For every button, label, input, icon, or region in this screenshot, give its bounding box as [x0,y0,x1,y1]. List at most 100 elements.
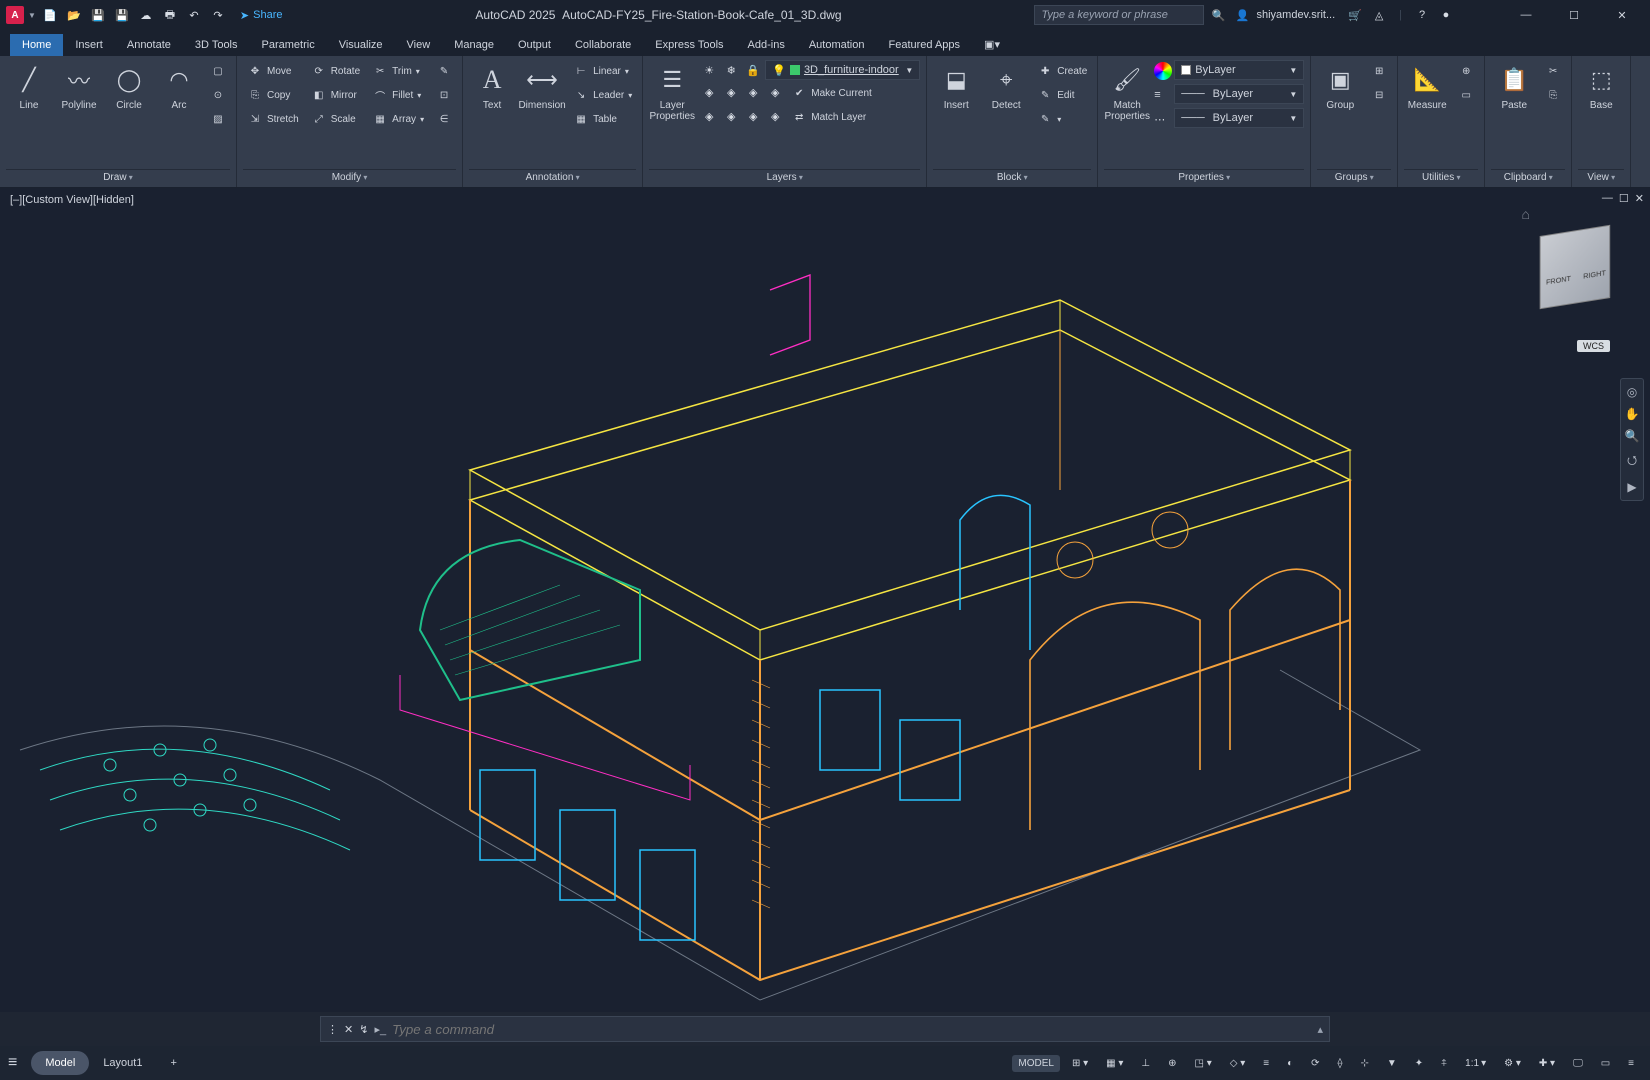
status-model[interactable]: MODEL [1012,1055,1060,1072]
leader-button[interactable]: ↘Leader ▾ [569,84,636,106]
webmobile-icon[interactable]: ☁ [136,5,156,25]
group-button[interactable]: ▣Group [1317,60,1363,142]
trim-button[interactable]: ✂Trim ▾ [368,60,428,82]
qat-dropdown-icon[interactable]: ▼ [28,11,36,20]
layer-g1[interactable]: ◈ [699,82,719,102]
edit-button[interactable]: ✎Edit [1033,84,1091,106]
tab-annotate[interactable]: Annotate [115,34,183,56]
status-3dosnap-icon[interactable]: ⟠ [1332,1055,1349,1072]
util-ex1[interactable]: ⊕ [1454,60,1478,82]
color-dropdown[interactable]: ByLayer▼ [1174,60,1304,80]
tab-featured[interactable]: Featured Apps [876,34,972,56]
tab-express[interactable]: Express Tools [643,34,735,56]
drawing-canvas[interactable] [0,188,1650,1012]
layer-tool3[interactable]: 🔒 [743,60,763,80]
line-button[interactable]: ╱Line [6,60,52,142]
tab-automation[interactable]: Automation [797,34,877,56]
paste-button[interactable]: 📋Paste [1491,60,1537,142]
group-ex1[interactable]: ⊞ [1367,60,1391,82]
new-icon[interactable]: 📄 [40,5,60,25]
app-badge[interactable]: A [6,6,24,24]
minimize-button[interactable]: — [1504,0,1548,30]
linetype-dropdown[interactable]: ───ByLayer▼ [1174,108,1304,128]
util-ex2[interactable]: ▭ [1454,84,1478,106]
status-iso-icon[interactable]: ◳ ▾ [1189,1055,1218,1072]
arc-button[interactable]: ◠Arc [156,60,202,142]
status-monitor-icon[interactable]: 🖵 [1567,1055,1589,1072]
layer-g3[interactable]: ◈ [743,82,763,102]
share-button[interactable]: ➤ Share [240,9,283,22]
cmd-close-icon[interactable]: ✕ [344,1023,353,1036]
draw-misc2[interactable]: ⊙ [206,84,230,106]
tab-view[interactable]: View [395,34,443,56]
cmd-history-icon[interactable]: ⋮ [327,1023,338,1036]
layer-h1[interactable]: ◈ [699,106,719,126]
panel-block-label[interactable]: Block [933,169,1091,187]
layer-g4[interactable]: ◈ [765,82,785,102]
lineweight-icon[interactable]: ≡ [1154,89,1172,101]
insert-button[interactable]: ⬓Insert [933,60,979,142]
panel-view-label[interactable]: View [1578,169,1624,187]
panel-draw-label[interactable]: Draw [6,169,230,187]
status-scale[interactable]: 1:1 ▾ [1459,1055,1492,1072]
cmd-expand-icon[interactable]: ▴ [1317,1023,1323,1036]
user-icon[interactable]: 👤 [1232,5,1252,25]
table-button[interactable]: ▦Table [569,108,636,130]
measure-button[interactable]: 📐Measure [1404,60,1450,142]
dimension-button[interactable]: ⟷Dimension [519,60,565,142]
tab-home[interactable]: Home [10,34,63,56]
panel-clipboard-label[interactable]: Clipboard [1491,169,1565,187]
command-line[interactable]: ⋮ ✕ ↯ ▸_ ▴ [320,1016,1330,1042]
cut-button[interactable]: ✂ [1541,60,1565,82]
tab-overflow-icon[interactable]: ▣▾ [972,33,1012,56]
tab-3dtools[interactable]: 3D Tools [183,34,250,56]
matchprops-button[interactable]: 🖌MatchProperties [1104,60,1150,142]
status-plus-icon[interactable]: ✚ ▾ [1533,1055,1561,1072]
mirror-button[interactable]: ◧Mirror [307,84,364,106]
layer-tool1[interactable]: ☀ [699,60,719,80]
cmd-input[interactable] [392,1022,1311,1037]
create-button[interactable]: ✚Create [1033,60,1091,82]
linear-button[interactable]: ⊢Linear ▾ [569,60,636,82]
menu-icon[interactable]: ≡ [8,1054,17,1072]
status-ortho-icon[interactable]: ⊥ [1135,1055,1156,1072]
layerprops-button[interactable]: ☰LayerProperties [649,60,695,142]
cloud-icon[interactable]: ● [1436,5,1456,25]
help-icon[interactable]: ? [1412,5,1432,25]
tab-manage[interactable]: Manage [442,34,506,56]
base-button[interactable]: ⬚Base [1578,60,1624,142]
layout-tab-layout1[interactable]: Layout1 [89,1051,156,1075]
panel-utilities-label[interactable]: Utilities [1404,169,1478,187]
panel-properties-label[interactable]: Properties [1104,169,1304,187]
fillet-button[interactable]: ⌒Fillet ▾ [368,84,428,106]
search-icon[interactable]: 🔍 [1208,5,1228,25]
layout-add-button[interactable]: + [156,1051,190,1075]
status-annoscale-icon[interactable]: ⍏ [1435,1055,1453,1072]
status-custom-icon[interactable]: ≡ [1622,1055,1640,1072]
status-snap-icon[interactable]: ▦ ▾ [1100,1055,1129,1072]
modify-ext1[interactable]: ✎ [432,60,456,82]
status-lw-icon[interactable]: ≡ [1257,1055,1275,1072]
status-filter-icon[interactable]: ▼ [1381,1055,1403,1072]
status-trans-icon[interactable]: ◐ [1281,1055,1299,1072]
panel-annotation-label[interactable]: Annotation [469,169,636,187]
move-button[interactable]: ✥Move [243,60,303,82]
tab-output[interactable]: Output [506,34,563,56]
panel-groups-label[interactable]: Groups [1317,169,1391,187]
redo-icon[interactable]: ↷ [208,5,228,25]
matchlayer-button[interactable]: ⇄Match Layer [787,106,870,128]
tab-visualize[interactable]: Visualize [327,34,395,56]
circle-button[interactable]: ◯Circle [106,60,152,142]
apps-icon[interactable]: ◬ [1369,5,1389,25]
lineweight-dropdown[interactable]: ───ByLayer▼ [1174,84,1304,104]
close-button[interactable]: ✕ [1600,0,1644,30]
layer-tool2[interactable]: ❄ [721,60,741,80]
maximize-button[interactable]: ☐ [1552,0,1596,30]
scale-button[interactable]: ⤢Scale [307,108,364,130]
detect-button[interactable]: ⌖Detect [983,60,1029,142]
status-cycle-icon[interactable]: ⟳ [1305,1055,1325,1072]
plot-icon[interactable]: 🖶 [160,5,180,25]
viewport[interactable]: [–][Custom View][Hidden] — ☐ ✕ ⌂ FRONT R… [0,188,1650,1012]
status-gear-icon[interactable]: ⚙ ▾ [1498,1055,1527,1072]
stretch-button[interactable]: ⇲Stretch [243,108,303,130]
